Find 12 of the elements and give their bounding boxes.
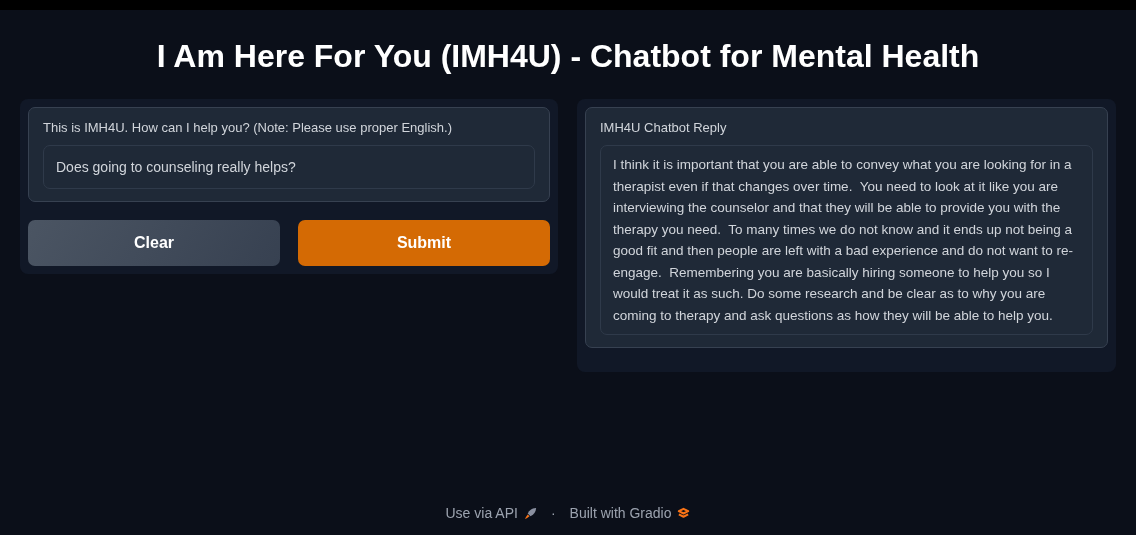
reply-textbox[interactable]: I think it is important that you are able to convey what you are looking for in a therapist even if that changes over time. You need to look at it like you are interviewing the counselor and that they will be able to provide you with the therapy you need. To many times we do not know and it ends up not being a good fit and then people are left with a bad experience and do not want to re-engage. Remembering you are basically hiring someone to help you so I would treat it as such. Do some research and be clear as to why you are coming to therapy and ask questions as how they will be able to help you. [600, 145, 1093, 335]
api-link[interactable]: Use via API [445, 505, 518, 521]
message-input[interactable]: Does going to counseling really helps? [43, 145, 535, 189]
output-label: IMH4U Chatbot Reply [600, 120, 728, 135]
logo-icon [677, 506, 691, 520]
submit-button[interactable]: Submit [298, 220, 550, 266]
clear-button[interactable]: Clear [28, 220, 280, 266]
rocket-icon [523, 506, 537, 520]
field-label: This is IMH4U. How can I help you? (Note: Please use proper English.) [43, 120, 453, 135]
page-title: I Am Here For You (IMH4U) - Chatbot for Mental Health [156, 38, 980, 75]
gradio-link[interactable]: Built with Gradio [569, 505, 672, 521]
separator-dot: · [550, 505, 556, 521]
